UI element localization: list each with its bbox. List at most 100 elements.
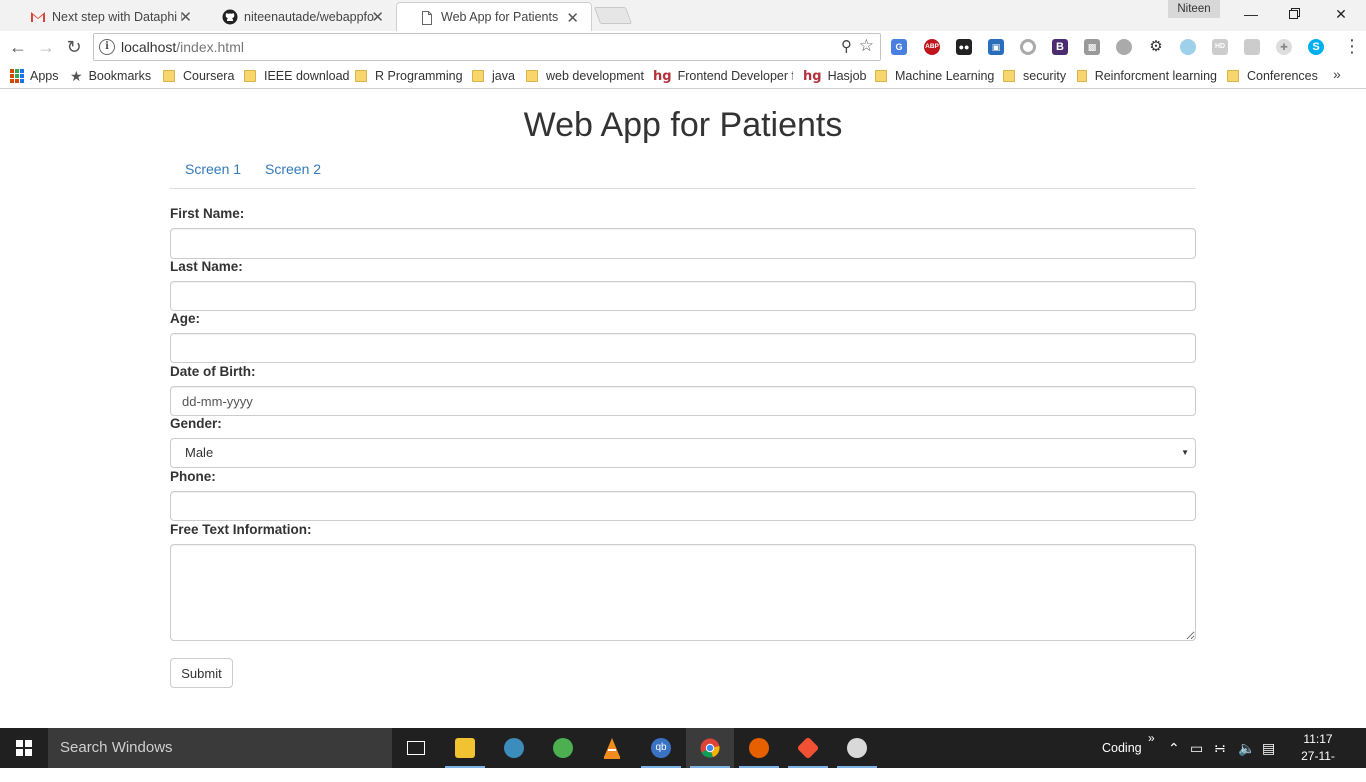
toolbar-label[interactable]: Coding [1102, 728, 1142, 768]
wifi-icon[interactable]: ∺ [1214, 740, 1226, 756]
tab-title: niteenautade/webappfor [244, 9, 374, 24]
tab-web-app-for-patients[interactable]: Web App for Patients ✕ [396, 2, 592, 31]
bookmark-label: Conferences [1247, 69, 1318, 83]
bookmark-star-icon[interactable]: ☆ [859, 36, 874, 56]
clock-date: 27-11-2016 [1301, 749, 1335, 780]
close-icon[interactable]: ✕ [566, 9, 579, 27]
folder-icon [1227, 70, 1239, 82]
submit-button[interactable]: Submit [170, 658, 233, 688]
close-icon[interactable]: ✕ [179, 8, 192, 26]
bookmark-label: security [1023, 69, 1067, 83]
close-icon[interactable]: ✕ [371, 8, 384, 26]
gender-select[interactable]: Male ▼ [170, 438, 1196, 468]
first-name-input[interactable] [170, 228, 1196, 259]
chevron-double-right-icon[interactable]: » [1333, 66, 1341, 82]
folder-icon [875, 70, 887, 82]
last-name-input[interactable] [170, 281, 1196, 311]
forward-arrow-icon[interactable]: → [34, 35, 58, 59]
battery-icon[interactable]: ▭ [1190, 740, 1203, 756]
bookmark-machine-learning[interactable]: Machine Learning [875, 67, 994, 85]
qbittorrent-icon[interactable]: qb [637, 728, 685, 768]
github-icon [222, 9, 238, 25]
info-icon[interactable]: i [99, 39, 115, 55]
bookmark-apps[interactable]: Apps [10, 67, 59, 85]
bookmark-label: Apps [30, 69, 59, 83]
reload-icon[interactable]: ↻ [62, 35, 86, 59]
paint-icon[interactable] [833, 728, 881, 768]
hd-icon[interactable]: HD [1212, 39, 1228, 55]
tab-gmail[interactable]: Next step with Dataphi L ✕ [8, 2, 204, 31]
chrome-icon[interactable] [686, 728, 734, 768]
hg-icon: hg [653, 68, 672, 84]
gender-selected-value: Male [185, 445, 214, 460]
bookmark-web-development[interactable]: web development [526, 67, 644, 85]
bootstrap-icon[interactable]: B [1052, 39, 1068, 55]
profile-badge[interactable]: Niteen [1168, 0, 1220, 18]
dob-input[interactable] [170, 386, 1196, 416]
leaf-icon[interactable] [1244, 39, 1260, 55]
bookmark-reinforcment-learning[interactable]: Reinforcment learning [1077, 67, 1217, 85]
clock-extension-icon[interactable] [1180, 39, 1196, 55]
address-bar[interactable]: i localhost/index.html ⚲ ☆ [93, 33, 881, 61]
firefox-icon[interactable] [735, 728, 783, 768]
bookmark-security[interactable]: security [1003, 67, 1066, 85]
vlc-icon[interactable] [588, 728, 636, 768]
page-content: Web App for Patients Screen 1 Screen 2 F… [0, 90, 1366, 728]
phone-input[interactable] [170, 491, 1196, 521]
binoculars-icon[interactable]: ●● [956, 39, 972, 55]
tab-screen-2[interactable]: Screen 2 [265, 161, 321, 177]
task-view-icon[interactable] [392, 728, 440, 768]
chevron-double-right-icon[interactable]: » [1148, 730, 1155, 746]
bookmark-label: Coursera [183, 69, 235, 83]
circle-extension-icon[interactable] [1020, 39, 1036, 55]
bus-icon[interactable]: ▩ [1084, 39, 1100, 55]
taskbar-search[interactable]: Search Windows [48, 728, 392, 768]
restore-icon[interactable] [1272, 0, 1318, 28]
network-globe-icon[interactable] [490, 728, 538, 768]
start-button[interactable] [0, 728, 48, 768]
globe-icon[interactable] [1116, 39, 1132, 55]
minimize-icon[interactable]: — [1228, 0, 1274, 28]
page-icon [422, 11, 432, 25]
bookmark-r-programming[interactable]: R Programming [355, 67, 463, 85]
first-name-label: First Name: [170, 206, 245, 221]
bookmark-label: Frontend Developer fo [677, 69, 793, 83]
bookmark-ieee-download[interactable]: IEEE download [244, 67, 349, 85]
file-explorer-icon[interactable] [441, 728, 489, 768]
window-close-icon[interactable]: ✕ [1318, 0, 1364, 28]
window-extension-icon[interactable]: ▣ [988, 39, 1004, 55]
page-title: Web App for Patients [523, 106, 843, 144]
bookmark-label: Machine Learning [895, 69, 995, 83]
last-name-label: Last Name: [170, 259, 243, 274]
bookmark-java[interactable]: java [472, 67, 515, 85]
folder-icon [1077, 70, 1087, 82]
adblock-icon[interactable]: ABP [924, 39, 940, 55]
address-url[interactable]: localhost/index.html [121, 39, 244, 55]
gear-icon[interactable]: ⚙ [1148, 39, 1164, 55]
git-icon[interactable] [784, 728, 832, 768]
bookmark-frontend-developer[interactable]: hg Frontend Developer fo [653, 67, 793, 85]
folder-icon [355, 70, 367, 82]
crosshair-icon[interactable]: ✚ [1276, 39, 1292, 55]
bookmark-hasjob[interactable]: hg Hasjob [803, 67, 866, 85]
tab-screen-1[interactable]: Screen 1 [185, 161, 241, 177]
bookmark-coursera[interactable]: Coursera [163, 67, 234, 85]
translate-icon[interactable]: G [891, 39, 907, 55]
new-tab-button[interactable] [593, 7, 633, 24]
chevron-up-icon[interactable]: ⌃ [1168, 740, 1180, 756]
tab-strip: Next step with Dataphi L ✕ niteenautade/… [0, 0, 1366, 31]
earth-app-icon[interactable] [539, 728, 587, 768]
age-input[interactable] [170, 333, 1196, 363]
bookmark-conferences[interactable]: Conferences [1227, 67, 1318, 85]
skype-icon[interactable]: S [1308, 39, 1324, 55]
free-text-textarea[interactable] [170, 544, 1196, 641]
back-arrow-icon[interactable]: ← [6, 35, 30, 59]
taskbar-clock[interactable]: 11:17 27-11-2016 [1288, 731, 1348, 782]
menu-dots-icon[interactable]: ⋮ [1343, 36, 1361, 56]
volume-icon[interactable]: 🔈 [1238, 740, 1255, 756]
tab-github[interactable]: niteenautade/webappfor ✕ [200, 2, 396, 31]
zoom-icon[interactable]: ⚲ [841, 37, 852, 55]
bookmark-label: web development [546, 69, 644, 83]
notifications-icon[interactable]: ▤ [1262, 740, 1275, 756]
bookmark-bookmarks[interactable]: ★ Bookmarks [70, 67, 151, 85]
